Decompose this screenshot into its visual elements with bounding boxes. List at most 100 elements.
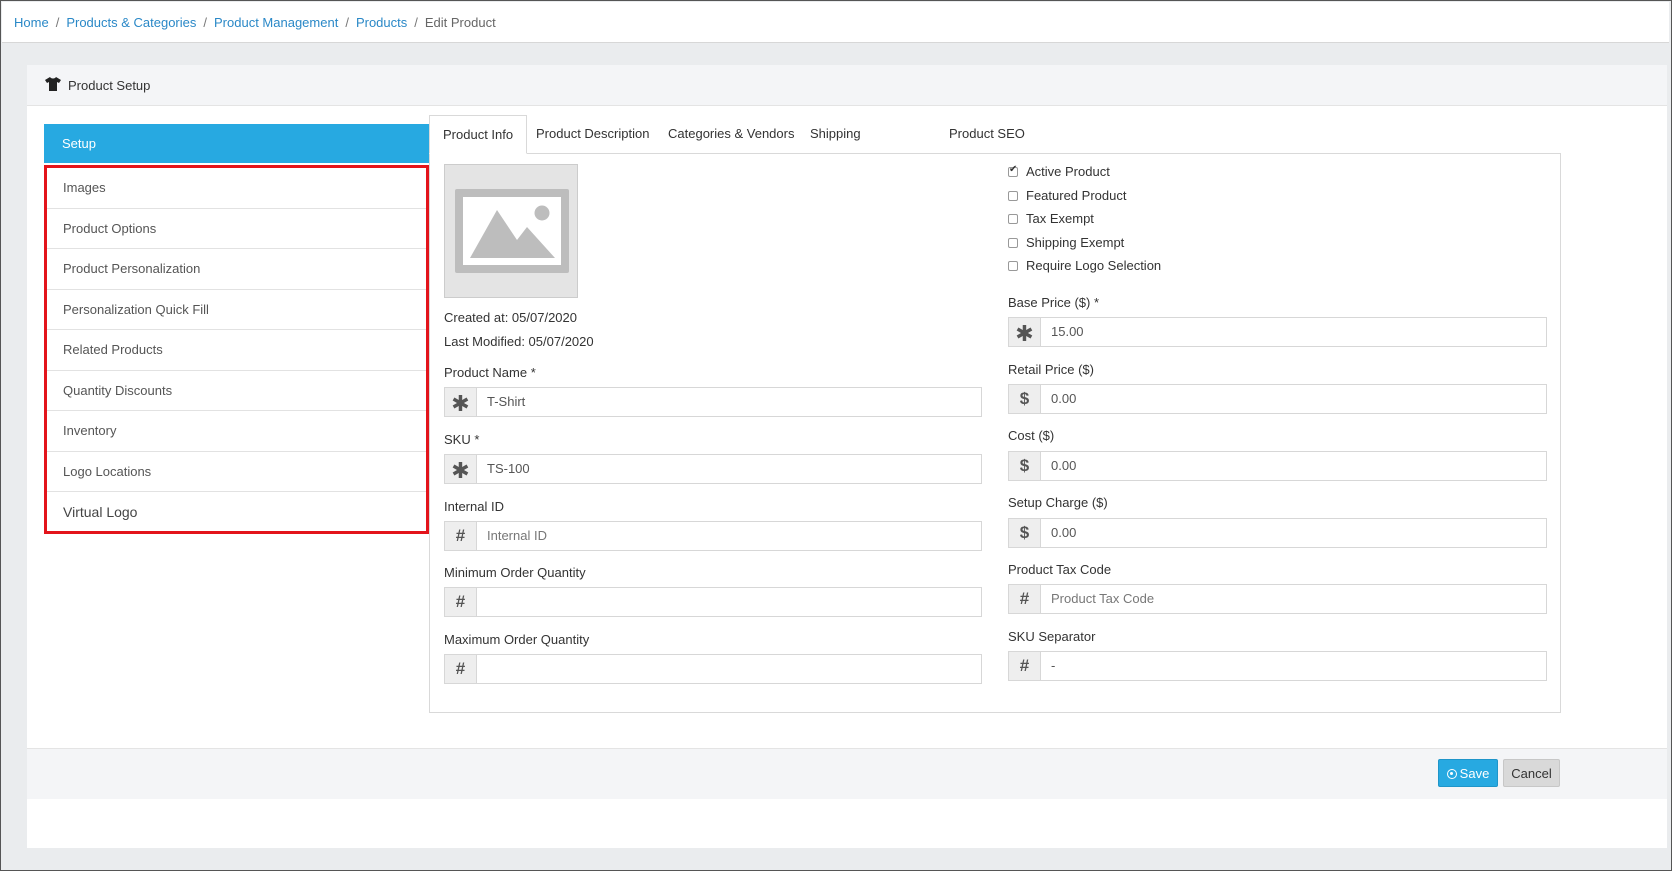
shipping-exempt-checkbox-row[interactable]: Shipping Exempt — [1008, 235, 1124, 250]
menu-item-personalization-quick-fill[interactable]: Personalization Quick Fill — [47, 290, 426, 330]
breadcrumb-products[interactable]: Products — [356, 15, 407, 30]
setup-charge-input[interactable]: 0.00 — [1051, 519, 1076, 547]
product-tabs: Product Info Product Description Categor… — [429, 115, 1561, 713]
tab-product-info[interactable]: Product Info — [429, 115, 528, 154]
shipping-exempt-checkbox[interactable] — [1008, 238, 1018, 248]
hash-icon: # — [445, 522, 477, 550]
breadcrumb-separator: / — [55, 15, 60, 30]
breadcrumb-home[interactable]: Home — [14, 15, 49, 30]
active-product-label: Active Product — [1026, 164, 1110, 179]
sku-separator-input[interactable]: - — [1051, 652, 1055, 680]
breadcrumb: Home / Products & Categories / Product Manag… — [14, 15, 496, 30]
internal-id-field[interactable]: # Internal ID — [444, 521, 982, 551]
created-at-text: Created at: 05/07/2020 — [444, 310, 577, 325]
hash-icon: # — [445, 655, 477, 683]
menu-item-related-products[interactable]: Related Products — [47, 330, 426, 371]
menu-item-images[interactable]: Images — [47, 168, 426, 209]
tax-exempt-checkbox[interactable] — [1008, 214, 1018, 224]
panel-header: Product Setup — [27, 65, 1667, 106]
tax-code-field[interactable]: # Product Tax Code — [1008, 584, 1547, 614]
tab-categories-vendors[interactable]: Categories & Vendors — [668, 115, 794, 153]
base-price-field[interactable]: ✱ 15.00 — [1008, 317, 1547, 347]
asterisk-icon: ✱ — [445, 455, 477, 483]
breadcrumb-current: Edit Product — [424, 15, 496, 30]
cost-input[interactable]: 0.00 — [1051, 452, 1076, 480]
tax-exempt-label: Tax Exempt — [1026, 211, 1094, 226]
sku-input[interactable]: TS-100 — [487, 455, 530, 483]
breadcrumb-product-management[interactable]: Product Management — [214, 15, 338, 30]
tshirt-icon — [45, 77, 61, 96]
hash-icon: # — [1009, 585, 1041, 613]
hash-icon: # — [1009, 652, 1041, 680]
cost-label: Cost ($) — [1008, 428, 1055, 443]
retail-price-input[interactable]: 0.00 — [1051, 385, 1076, 413]
retail-price-field[interactable]: $ 0.00 — [1008, 384, 1547, 414]
menu-item-inventory[interactable]: Inventory — [47, 411, 426, 452]
save-button[interactable]: Save — [1438, 759, 1498, 787]
menu-item-logo-locations[interactable]: Logo Locations — [47, 452, 426, 492]
active-product-checkbox[interactable] — [1008, 164, 1018, 177]
menu-item-virtual-logo[interactable]: Virtual Logo — [47, 492, 426, 533]
breadcrumb-products-categories[interactable]: Products & Categories — [66, 15, 196, 30]
menu-item-quantity-discounts[interactable]: Quantity Discounts — [47, 371, 426, 411]
sku-label: SKU * — [444, 432, 480, 447]
product-name-label: Product Name * — [444, 365, 536, 380]
product-name-input[interactable]: T-Shirt — [487, 388, 525, 416]
featured-product-label: Featured Product — [1026, 188, 1127, 203]
menu-item-product-options[interactable]: Product Options — [47, 209, 426, 249]
setup-charge-label: Setup Charge ($) — [1008, 495, 1108, 510]
require-logo-checkbox[interactable] — [1008, 261, 1018, 271]
tax-code-label: Product Tax Code — [1008, 562, 1112, 577]
base-price-input[interactable]: 15.00 — [1051, 318, 1084, 346]
dollar-icon: $ — [1009, 385, 1041, 413]
setup-charge-field[interactable]: $ 0.00 — [1008, 518, 1547, 548]
tab-shipping[interactable]: Shipping — [810, 115, 861, 153]
asterisk-icon: ✱ — [445, 388, 477, 416]
require-logo-label: Require Logo Selection — [1026, 258, 1162, 273]
tab-product-description[interactable]: Product Description — [536, 115, 649, 153]
hash-icon: # — [445, 588, 477, 616]
breadcrumb-separator: / — [345, 15, 349, 30]
save-label: Save — [1459, 766, 1490, 781]
app-window: Home / Products & Categories / Product Manag… — [0, 0, 1672, 871]
top-bar: Home / Products & Categories / Product Manag… — [2, 2, 1669, 43]
cost-field[interactable]: $ 0.00 — [1008, 451, 1547, 481]
cancel-button[interactable]: Cancel — [1503, 759, 1560, 787]
sku-field[interactable]: ✱ TS-100 — [444, 454, 982, 484]
require-logo-checkbox-row[interactable]: Require Logo Selection — [1008, 258, 1161, 273]
breadcrumb-separator: / — [414, 15, 418, 30]
max-order-qty-field[interactable]: # — [444, 654, 982, 684]
product-info-body: Created at: 05/07/2020 Last Modified: 05… — [429, 154, 1561, 713]
retail-price-label: Retail Price ($) — [1008, 362, 1094, 377]
tab-bar: Product Info Product Description Categor… — [429, 115, 1561, 154]
dollar-icon: $ — [1009, 519, 1041, 547]
dollar-icon: $ — [1009, 452, 1041, 480]
menu-item-setup[interactable]: Setup — [44, 124, 429, 163]
tax-code-input[interactable]: Product Tax Code — [1051, 585, 1154, 613]
sku-separator-label: SKU Separator — [1008, 629, 1096, 644]
setup-menu: Setup Images Product Options Product Per… — [44, 124, 429, 534]
last-modified-text: Last Modified: 05/07/2020 — [444, 334, 594, 349]
breadcrumb-separator: / — [203, 15, 208, 30]
menu-highlight-box: Images Product Options Product Personali… — [44, 165, 429, 534]
base-price-label: Base Price ($) * — [1008, 295, 1100, 310]
tab-product-seo[interactable]: Product SEO — [949, 115, 1025, 153]
panel-footer: Save Cancel — [27, 748, 1667, 799]
internal-id-label: Internal ID — [444, 499, 504, 514]
sku-separator-field[interactable]: # - — [1008, 651, 1547, 681]
tax-exempt-checkbox-row[interactable]: Tax Exempt — [1008, 211, 1094, 226]
internal-id-input[interactable]: Internal ID — [487, 522, 547, 550]
featured-product-checkbox-row[interactable]: Featured Product — [1008, 188, 1126, 203]
panel-title: Product Setup — [68, 78, 151, 93]
min-order-qty-field[interactable]: # — [444, 587, 982, 617]
menu-item-product-personalization[interactable]: Product Personalization — [47, 249, 426, 290]
product-name-field[interactable]: ✱ T-Shirt — [444, 387, 982, 417]
product-image-thumbnail[interactable] — [444, 164, 578, 298]
active-product-checkbox-row[interactable]: Active Product — [1008, 164, 1110, 179]
shipping-exempt-label: Shipping Exempt — [1026, 235, 1125, 250]
featured-product-checkbox[interactable] — [1008, 191, 1018, 201]
max-order-qty-label: Maximum Order Quantity — [444, 632, 590, 647]
asterisk-icon: ✱ — [1009, 318, 1041, 346]
min-order-qty-label: Minimum Order Quantity — [444, 565, 586, 580]
save-circle-icon — [1446, 769, 1457, 779]
